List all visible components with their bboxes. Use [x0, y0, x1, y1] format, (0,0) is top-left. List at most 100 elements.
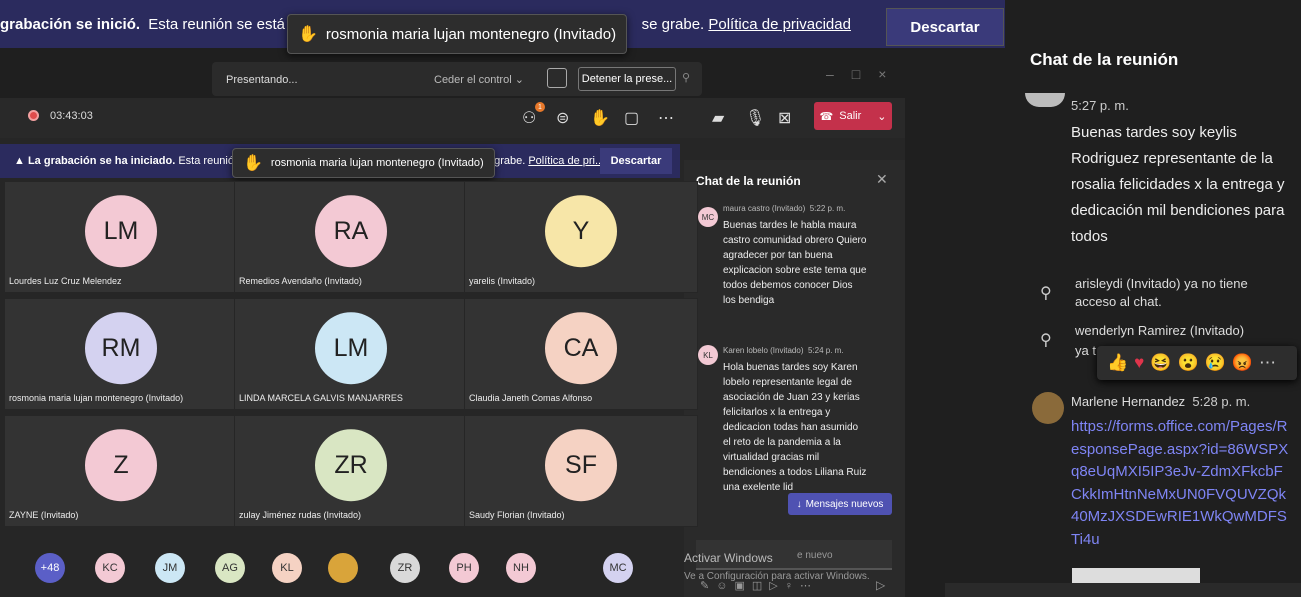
presenting-bar: Presentando... Ceder el control ⌄ Detene…: [212, 62, 702, 96]
forms-link[interactable]: https://forms.office.com/Pages/ResponseP…: [1071, 416, 1291, 551]
roster-avatar[interactable]: ZR: [390, 553, 420, 583]
participants-icon[interactable]: ⚇: [522, 108, 536, 128]
inner-banner-bold: La grabación se ha iniciado.: [27, 155, 176, 167]
raised-hand-icon: ✋: [298, 26, 318, 43]
chat-author: Karen lobelo (Invitado): [723, 346, 804, 355]
stop-presenting-button[interactable]: Detener la prese...: [578, 67, 676, 91]
participant-name: yarelis (Invitado): [469, 276, 536, 286]
new-messages-label: Mensajes nuevos: [805, 498, 884, 510]
rooms-icon[interactable]: ▢: [624, 108, 639, 128]
participant-tile[interactable]: Yyarelis (Invitado): [464, 181, 698, 293]
avatar: RA: [315, 195, 387, 268]
leave-label: Salir: [839, 110, 862, 122]
recording-icon: [28, 110, 39, 121]
chat-time: 5:22 p. m.: [809, 204, 846, 213]
inner-dismiss-button[interactable]: Descartar: [600, 148, 672, 174]
raised-hand-tooltip: ✋ rosmonia maria lujan montenegro (Invit…: [287, 14, 628, 54]
send-icon[interactable]: ▷: [876, 578, 885, 592]
microphone-icon[interactable]: 🎙: [745, 108, 765, 128]
dismiss-button[interactable]: Descartar: [886, 8, 1004, 46]
participant-tile[interactable]: RA Remedios Avendaño (Invitado): [234, 181, 468, 293]
chat-message-meta: maura castro (Invitado) 5:22 p. m.: [723, 204, 845, 213]
recording-banner-text1: Esta reunión se está g: [148, 16, 298, 33]
chat-author: Marlene Hernandez: [1071, 394, 1186, 409]
roster-avatar[interactable]: KC: [95, 553, 125, 583]
inner-banner-text: ▲ La grabación se ha iniciado. Esta reun…: [14, 155, 255, 167]
avatar: MC: [698, 207, 718, 227]
chat-author: maura castro (Invitado): [723, 204, 806, 213]
new-messages-button[interactable]: ↓ Mensajes nuevos: [788, 493, 892, 515]
presenting-label: Presentando...: [226, 74, 298, 86]
participant-tile[interactable]: SF Saudy Florian (Invitado): [464, 415, 698, 527]
pin-icon[interactable]: ⚲: [682, 71, 690, 84]
window-controls[interactable]: –□×: [826, 66, 904, 82]
raise-hand-icon[interactable]: ✋: [590, 108, 610, 128]
screen-share-icon[interactable]: [547, 68, 567, 88]
inner-privacy-link[interactable]: Política de pri...: [528, 155, 604, 167]
roster-avatar[interactable]: JM: [155, 553, 185, 583]
participant-name: LINDA MARCELA GALVIS MANJARRES: [239, 393, 403, 403]
inner-raised-hand-tooltip: ✋ rosmonia maria lujan montenegro (Invit…: [232, 148, 495, 178]
leave-button[interactable]: ☎ Salir ⌄: [814, 102, 892, 130]
chevron-down-icon: ⌄: [514, 74, 524, 86]
participant-tile[interactable]: LM LINDA MARCELA GALVIS MANJARRES: [234, 298, 468, 410]
roster-avatar[interactable]: PH: [449, 553, 479, 583]
phone-icon: ☎: [819, 110, 834, 123]
participant-tile[interactable]: CA Claudia Janeth Comas Alfonso: [464, 298, 698, 410]
more-options-icon[interactable]: ⋯: [658, 108, 674, 128]
give-control-button[interactable]: Ceder el control ⌄: [434, 73, 524, 86]
warning-icon: ▲: [14, 155, 25, 167]
participants-badge: 1: [535, 102, 545, 112]
roster-avatar[interactable]: +48: [35, 553, 65, 583]
roster-avatar[interactable]: MC: [603, 553, 633, 583]
avatar: LM: [85, 195, 157, 268]
participant-tile[interactable]: Z ZAYNE (Invitado): [4, 415, 238, 527]
surprised-icon[interactable]: 😮: [1177, 353, 1198, 373]
system-message-cont: ya t: [1075, 343, 1096, 358]
meeting-toolbar: [0, 98, 905, 138]
avatar: Z: [85, 429, 157, 502]
avatar: ZR: [315, 429, 387, 502]
participant-name: Lourdes Luz Cruz Melendez: [9, 276, 122, 286]
sad-icon[interactable]: 😢: [1205, 353, 1226, 373]
participant-tile[interactable]: LM Lourdes Luz Cruz Melendez: [4, 181, 238, 293]
angry-icon[interactable]: 😡: [1232, 353, 1253, 373]
participant-name: ZAYNE (Invitado): [9, 510, 79, 520]
participant-tile[interactable]: RM rosmonia maria lujan montenegro (Invit…: [4, 298, 238, 410]
give-control-label: Ceder el control: [434, 74, 512, 86]
scroll-region: [945, 583, 1301, 597]
participant-name: zulay Jiménez rudas (Invitado): [239, 510, 362, 520]
chat-icon[interactable]: ⊜: [556, 108, 569, 128]
participant-name: rosmonia maria lujan montenegro (Invitad…: [9, 393, 184, 403]
avatar: RM: [85, 312, 157, 385]
inner-chat-title: Chat de la reunión: [696, 174, 801, 188]
participant-tile[interactable]: ZR zulay Jiménez rudas (Invitado): [234, 415, 468, 527]
chat-time: 5:24 p. m.: [807, 346, 844, 355]
avatar: Y: [545, 195, 617, 268]
privacy-policy-link[interactable]: Política de privacidad: [708, 16, 851, 33]
laugh-icon[interactable]: 😆: [1150, 353, 1171, 373]
roster-avatar[interactable]: AG: [215, 553, 245, 583]
recording-banner-text2: se grabe.: [641, 16, 705, 33]
outer-chat-title: Chat de la reunión: [1030, 50, 1179, 69]
raised-hand-icon: ✋: [243, 155, 263, 172]
more-options-icon[interactable]: ⋯: [1259, 353, 1276, 373]
reaction-bar: 👍 ♥ 😆 😮 😢 😡 ⋯: [1097, 346, 1297, 380]
camera-off-icon[interactable]: ▰: [712, 108, 724, 128]
heart-icon[interactable]: ♥: [1134, 353, 1144, 373]
close-icon[interactable]: ✕: [876, 171, 888, 188]
recording-banner-bold: grabación se inició.: [0, 16, 141, 33]
roster-avatar[interactable]: [328, 553, 358, 583]
avatar: KL: [698, 345, 718, 365]
roster-avatar[interactable]: KL: [272, 553, 302, 583]
chat-time: 5:28 p. m.: [1192, 394, 1251, 409]
share-tray-icon[interactable]: ⊠: [778, 108, 791, 128]
avatar: LM: [315, 312, 387, 385]
participant-name: Saudy Florian (Invitado): [469, 510, 565, 520]
chevron-down-icon: ⌄: [877, 110, 887, 123]
avatar: [1032, 392, 1064, 424]
compose-tools[interactable]: ✎☺▣◫▷♀⋯: [700, 579, 818, 592]
roster-avatar[interactable]: NH: [506, 553, 536, 583]
raised-hand-name: rosmonia maria lujan montenegro (Invitad…: [325, 25, 617, 43]
like-icon[interactable]: 👍: [1107, 353, 1128, 373]
